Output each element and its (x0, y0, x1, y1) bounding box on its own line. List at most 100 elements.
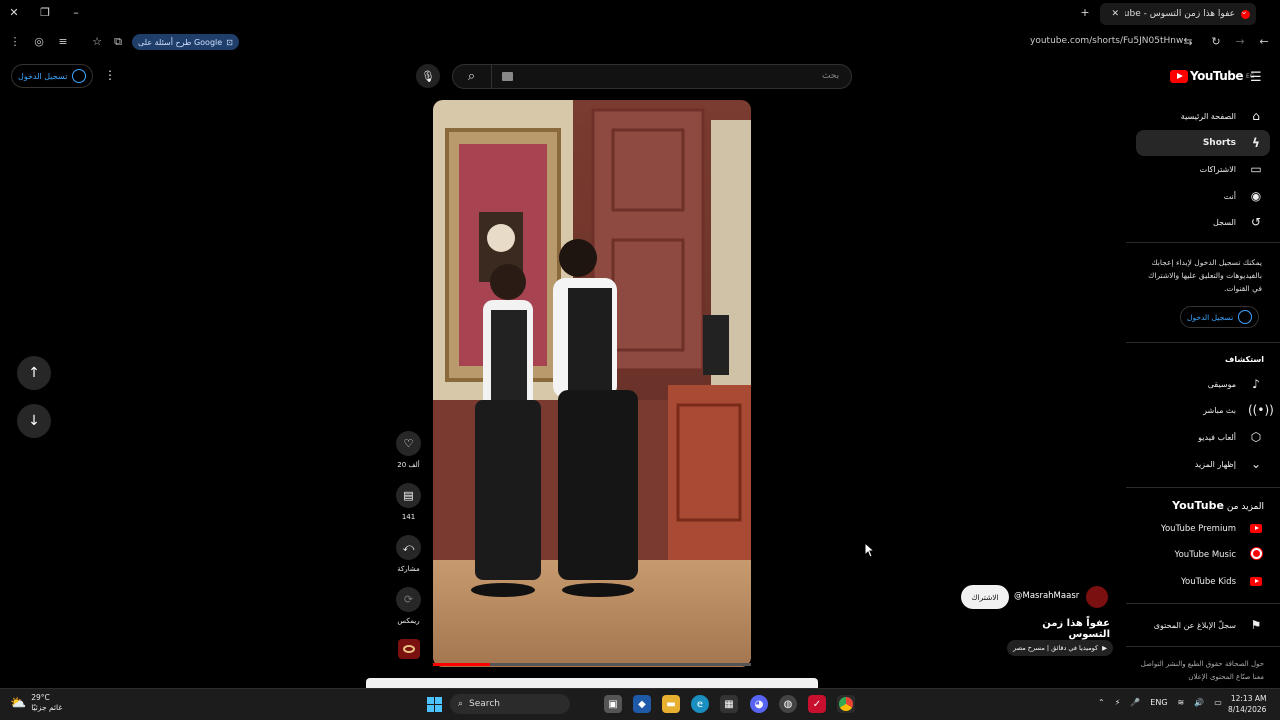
sidebar-item-kids[interactable]: YouTube Kids (1136, 569, 1270, 595)
sidebar-item-show-more[interactable]: إظهار المزيد ⌄ (1136, 451, 1270, 477)
you-icon: ◉ (1250, 189, 1262, 203)
remix-icon[interactable]: ⟳ (396, 587, 421, 612)
close-window-icon[interactable]: ✕ (6, 6, 22, 19)
remix-label: ريمكس (397, 617, 420, 625)
keyboard-icon[interactable] (502, 72, 513, 81)
reload-icon[interactable]: ↻ (1209, 35, 1223, 48)
youtube-premium-icon (1248, 522, 1264, 536)
weather-widget[interactable]: ⛅ 29°C غائم جزئيًا (10, 693, 62, 713)
sidebar-item-history[interactable]: السجل ↺ (1136, 209, 1270, 235)
site-settings-icon[interactable]: ⇆ (1181, 35, 1195, 48)
menu-icon[interactable]: ⋮ (8, 35, 22, 48)
microphone-icon[interactable]: 🎤 (1130, 698, 1140, 707)
profile-icon[interactable]: ◎ (32, 35, 46, 48)
channel-avatar[interactable] (1086, 586, 1108, 608)
tab-search-icon[interactable]: ⌄ (1236, 7, 1252, 17)
youtube-play-icon (1170, 69, 1188, 83)
windows-start-icon[interactable] (425, 695, 443, 713)
chrome-icon[interactable] (837, 695, 855, 713)
language-indicator[interactable]: ENG (1150, 698, 1167, 707)
sidebar-item-live[interactable]: بث مباشر ((•)) (1136, 397, 1274, 423)
divider (1126, 342, 1280, 343)
sidebar-item-you[interactable]: أنت ◉ (1136, 183, 1270, 209)
sidebar-item-music[interactable]: موسيقى ♪ (1136, 371, 1270, 397)
sidebar-item-report[interactable]: سجلّ الإبلاغ عن المحتوى ⚑ (1136, 612, 1270, 638)
volume-icon[interactable]: 🔊 (1194, 698, 1204, 707)
footer-links[interactable]: حول الصحافة حقوق الطبع والنشر التواصل مع… (1136, 658, 1264, 684)
back-icon[interactable]: ← (1257, 35, 1271, 48)
sidebar-item-music-app[interactable]: YouTube Music (1136, 542, 1270, 568)
search-icon[interactable]: ⌕ (452, 64, 492, 89)
sidebar-item-subscriptions[interactable]: الاشتراكات ▭ (1136, 156, 1270, 182)
system-tray[interactable]: ⌃ ⚡ 🎤 ENG ≋ 🔊 ▭ (1098, 698, 1222, 707)
short-video-player[interactable] (433, 100, 751, 667)
edge-icon[interactable]: e (691, 695, 709, 713)
share-icon[interactable]: ⤺ (396, 535, 421, 560)
install-icon[interactable]: ⧉ (111, 35, 125, 49)
discord-icon[interactable]: ◕ (750, 695, 768, 713)
settings-menu-icon[interactable]: ⋮ (104, 68, 116, 82)
file-explorer-icon[interactable]: ▬ (662, 695, 680, 713)
like-action[interactable]: ♡ 20 ألف (396, 431, 421, 469)
minimize-window-icon[interactable]: – (68, 6, 84, 19)
next-short-button[interactable]: ↓ (17, 404, 51, 438)
chevron-up-icon[interactable]: ⌃ (1098, 698, 1105, 707)
subscribe-button[interactable]: الاشتراك (961, 585, 1009, 609)
more-title-prefix: المزيد من (1226, 502, 1264, 512)
account-icon (1238, 310, 1253, 324)
clock[interactable]: 12:13 AM 8/14/2026 (1228, 693, 1266, 715)
google-ask-label: طرح أسئلة على Google (138, 37, 223, 47)
taskbar-search[interactable]: ⌕ Search (450, 694, 570, 714)
playlist-chip[interactable]: ▶ كوميديا في دقائق | مسرح مصر (1007, 640, 1114, 656)
previous-short-button[interactable]: ↑ (17, 356, 51, 390)
weather-condition: غائم جزئيًا (31, 703, 63, 712)
sidebar-item-label: بث مباشر (1203, 405, 1236, 415)
pocket-icon[interactable]: ✓ (808, 695, 826, 713)
sidebar-item-gaming[interactable]: ألعاب فيديو ⬡ (1136, 424, 1270, 450)
home-icon: ⌂ (1252, 109, 1260, 123)
app-icon[interactable]: ◍ (779, 695, 797, 713)
sidebar-item-premium[interactable]: YouTube Premium (1136, 516, 1270, 542)
google-ask-button[interactable]: طرح أسئلة على Google ⊡ (132, 34, 239, 50)
remix-action[interactable]: ⟳ ريمكس (396, 587, 421, 625)
channel-name[interactable]: @MasrahMaasr (1014, 591, 1079, 601)
comment-action[interactable]: ▤ 141 (396, 483, 421, 521)
sidebar-item-label: أنت (1223, 191, 1236, 201)
sidebar-item-label: الاشتراكات (1199, 164, 1236, 174)
forward-icon[interactable]: → (1233, 35, 1247, 48)
signin-button[interactable]: تسجيل الدخول (11, 64, 94, 88)
live-icon: ((•)) (1248, 403, 1274, 417)
tab-title: عفواً هذا زمن التسوس - ube (1125, 9, 1235, 19)
sidebar-item-label: YouTube Premium (1160, 524, 1236, 534)
tune-icon[interactable]: ≡ (56, 35, 70, 48)
youtube-logo[interactable]: YouTube EG (1170, 69, 1254, 83)
sidebar-signin-button[interactable]: تسجيل الدخول (1180, 306, 1260, 328)
store-icon[interactable]: ▦ (720, 695, 738, 713)
sidebar-item-shorts[interactable]: Shorts ϟ (1136, 130, 1270, 156)
widgets-icon[interactable]: ◆ (633, 695, 651, 713)
task-view-icon[interactable]: ▣ (604, 695, 622, 713)
restore-window-icon[interactable]: ❐ (37, 6, 53, 19)
sidebar-item-label: موسيقى (1207, 379, 1236, 389)
youtube-music-icon (1248, 548, 1264, 562)
sidebar-item-label: سجلّ الإبلاغ عن المحتوى (1153, 620, 1236, 630)
signin-message: يمكنك تسجيل الدخول لإبداء إعجابك بالفيدي… (1148, 258, 1262, 293)
guide-menu-icon[interactable]: ☰ (1250, 70, 1262, 85)
battery-icon[interactable]: ▭ (1214, 698, 1222, 707)
network-icon[interactable]: ⚡ (1115, 698, 1121, 707)
wifi-icon[interactable]: ≋ (1178, 698, 1185, 707)
share-action[interactable]: ⤺ مشاركة (396, 535, 421, 573)
voice-search-icon[interactable]: 🎙 (416, 64, 440, 88)
bottom-panel (366, 678, 818, 688)
heart-icon[interactable]: ♡ (396, 431, 421, 456)
new-tab-icon[interactable]: + (1077, 6, 1093, 19)
sidebar-item-label: YouTube Music (1174, 550, 1236, 560)
sidebar-item-home[interactable]: الصفحة الرئيسية ⌂ (1136, 103, 1270, 129)
address-bar[interactable]: youtube.com/shorts/Fu5JN05tHnw (1030, 36, 1183, 46)
comment-icon[interactable]: ▤ (396, 483, 421, 508)
audio-avatar[interactable] (398, 639, 420, 659)
tab-youtube[interactable]: عفواً هذا زمن التسوس - ube ✕ (1100, 3, 1256, 25)
tab-close-icon[interactable]: ✕ (1111, 9, 1119, 19)
bookmark-star-icon[interactable]: ☆ (90, 35, 104, 48)
mouse-cursor-icon (864, 542, 876, 558)
